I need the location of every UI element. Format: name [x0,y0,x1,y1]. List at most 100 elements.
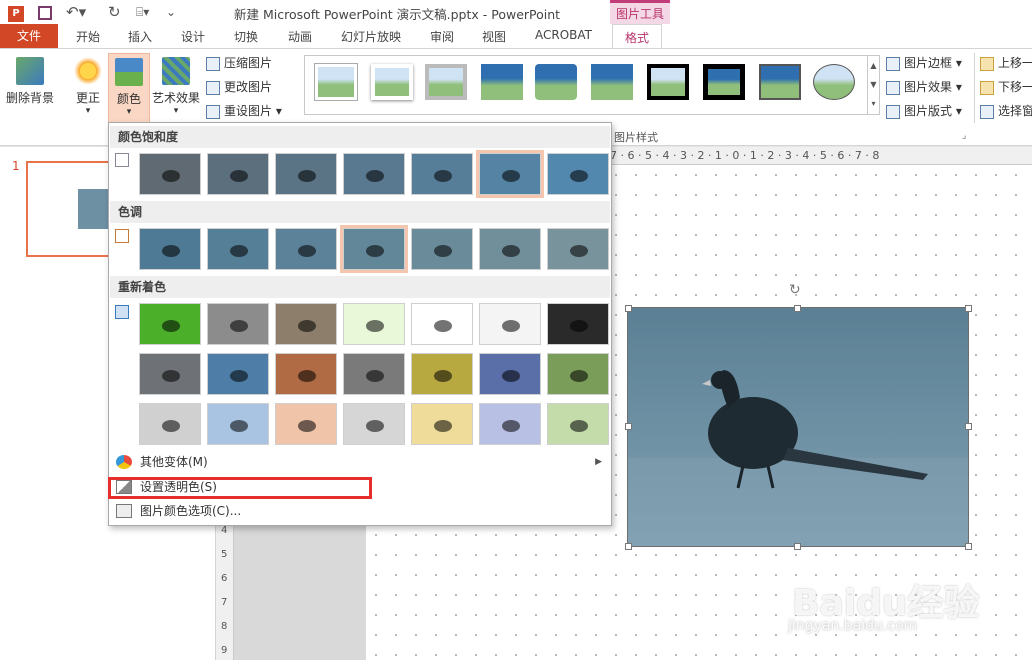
tone-swatch-5[interactable] [411,228,473,270]
tone-swatch-2[interactable] [207,228,269,270]
tone-swatch-3[interactable] [275,228,337,270]
recolor-swatch-2-5[interactable] [411,353,473,395]
change-picture-icon [206,80,220,95]
rotate-handle-icon[interactable]: ↻ [789,282,801,298]
compress-pictures-button[interactable]: 压缩图片 [206,53,272,73]
picture-styles-gallery: ▲ ▼ ▾ [304,55,880,115]
tone-swatch-7[interactable] [547,228,609,270]
tab-slideshow[interactable]: 幻灯片放映 [341,28,401,45]
recolor-swatch-1-4[interactable] [343,303,405,345]
resize-handle-s[interactable] [794,543,801,550]
selection-pane-button[interactable]: 选择窗 [980,101,1032,121]
saturation-swatch-4[interactable] [343,153,405,195]
tone-swatch-1[interactable] [139,228,201,270]
picture-style-4[interactable] [481,64,523,100]
tab-home[interactable]: 开始 [76,28,100,45]
save-icon[interactable] [38,3,52,21]
tab-animations[interactable]: 动画 [288,28,312,45]
change-picture-button[interactable]: 更改图片 [206,77,272,97]
gallery-scroll[interactable]: ▲ ▼ ▾ [867,56,879,114]
color-button[interactable]: 颜色 ▾ [108,53,150,123]
tone-swatch-4[interactable] [340,225,408,273]
recolor-swatch-2-3[interactable] [275,353,337,395]
picture-style-8[interactable] [703,64,745,100]
resize-handle-ne[interactable] [965,305,972,312]
recolor-swatch-1-6[interactable] [479,303,541,345]
tab-file[interactable]: 文件 [0,24,58,48]
tab-review[interactable]: 审阅 [430,28,454,45]
resize-handle-n[interactable] [794,305,801,312]
remove-background-button[interactable]: 删除背景 [4,57,56,106]
resize-handle-sw[interactable] [625,543,632,550]
recolor-swatch-1-3[interactable] [275,303,337,345]
undo-icon[interactable]: ↶▾ [66,3,86,21]
recolor-swatch-3-2[interactable] [207,403,269,445]
tab-acrobat[interactable]: ACROBAT [535,28,592,42]
resize-handle-se[interactable] [965,543,972,550]
tab-design[interactable]: 设计 [181,28,205,45]
picture-style-6[interactable] [591,64,633,100]
recolor-swatch-1-7[interactable] [547,303,609,345]
picture-style-10[interactable] [813,64,855,100]
picture-layout-button[interactable]: 图片版式 ▾ [886,101,962,121]
recolor-swatch-3-6[interactable] [479,403,541,445]
picture-style-2[interactable] [371,64,413,100]
tab-transitions[interactable]: 切换 [234,28,258,45]
title-bar: P ↶▾ ↻ ⌸▾ ⌄ 新建 Microsoft PowerPoint 演示文稿… [0,0,1032,24]
picture-color-options-item[interactable]: 图片颜色选项(C)... [110,499,610,523]
recolor-swatch-2-6[interactable] [479,353,541,395]
resize-handle-nw[interactable] [625,305,632,312]
swatch-bird-mark [434,370,452,382]
recolor-swatch-3-5[interactable] [411,403,473,445]
pheasant-picture[interactable] [627,307,969,547]
recolor-swatch-3-3[interactable] [275,403,337,445]
artistic-effects-button[interactable]: 艺术效果 ▾ [150,57,202,116]
presenter-icon[interactable]: ⌸▾ [136,3,149,21]
tab-view[interactable]: 视图 [482,28,506,45]
send-backward-button[interactable]: 下移一 [980,77,1032,97]
recolor-swatch-3-1[interactable] [139,403,201,445]
customize-qat-icon[interactable]: ⌄ [166,3,176,21]
slide-number: 1 [12,159,20,173]
recolor-swatch-1-2[interactable] [207,303,269,345]
recolor-swatch-1-1[interactable] [139,303,201,345]
resize-handle-e[interactable] [965,423,972,430]
corrections-button[interactable]: 更正 ▾ [70,57,106,116]
saturation-swatch-2[interactable] [207,153,269,195]
resize-handle-w[interactable] [625,423,632,430]
picture-border-button[interactable]: 图片边框 ▾ [886,53,962,73]
recolor-swatch-3-4[interactable] [343,403,405,445]
more-variants-item[interactable]: 其他变体(M) ▶ [110,450,610,474]
recolor-swatch-2-4[interactable] [343,353,405,395]
swatch-bird-mark [230,370,248,382]
recolor-swatch-2-7[interactable] [547,353,609,395]
reset-picture-button[interactable]: 重设图片 ▾ [206,101,282,121]
recolor-swatch-3-7[interactable] [547,403,609,445]
artistic-effects-icon [162,57,190,85]
swatch-bird-mark [570,170,588,182]
picture-style-5[interactable] [535,64,577,100]
redo-icon[interactable]: ↻ [108,3,121,21]
saturation-swatch-6[interactable] [476,150,544,198]
tab-insert[interactable]: 插入 [128,28,152,45]
saturation-swatch-3[interactable] [275,153,337,195]
recolor-swatch-2-2[interactable] [207,353,269,395]
picture-style-9[interactable] [759,64,801,100]
tone-swatch-6[interactable] [479,228,541,270]
recolor-swatch-2-1[interactable] [139,353,201,395]
vertical-ruler-label: 4 [221,525,228,536]
picture-style-1[interactable] [315,64,357,100]
bring-forward-button[interactable]: 上移一 [980,53,1032,73]
pheasant-illustration [628,370,968,546]
recolor-header: 重新着色 [110,276,610,298]
dialog-launcher-icon[interactable]: ⌟ [962,131,966,141]
saturation-swatch-7[interactable] [547,153,609,195]
saturation-swatch-1[interactable] [139,153,201,195]
saturation-swatch-5[interactable] [411,153,473,195]
swatch-bird-mark [230,170,248,182]
recolor-swatch-1-5[interactable] [411,303,473,345]
picture-style-7[interactable] [647,64,689,100]
picture-style-3[interactable] [425,64,467,100]
tab-format[interactable]: 格式 [612,24,663,49]
picture-effects-button[interactable]: 图片效果 ▾ [886,77,962,97]
